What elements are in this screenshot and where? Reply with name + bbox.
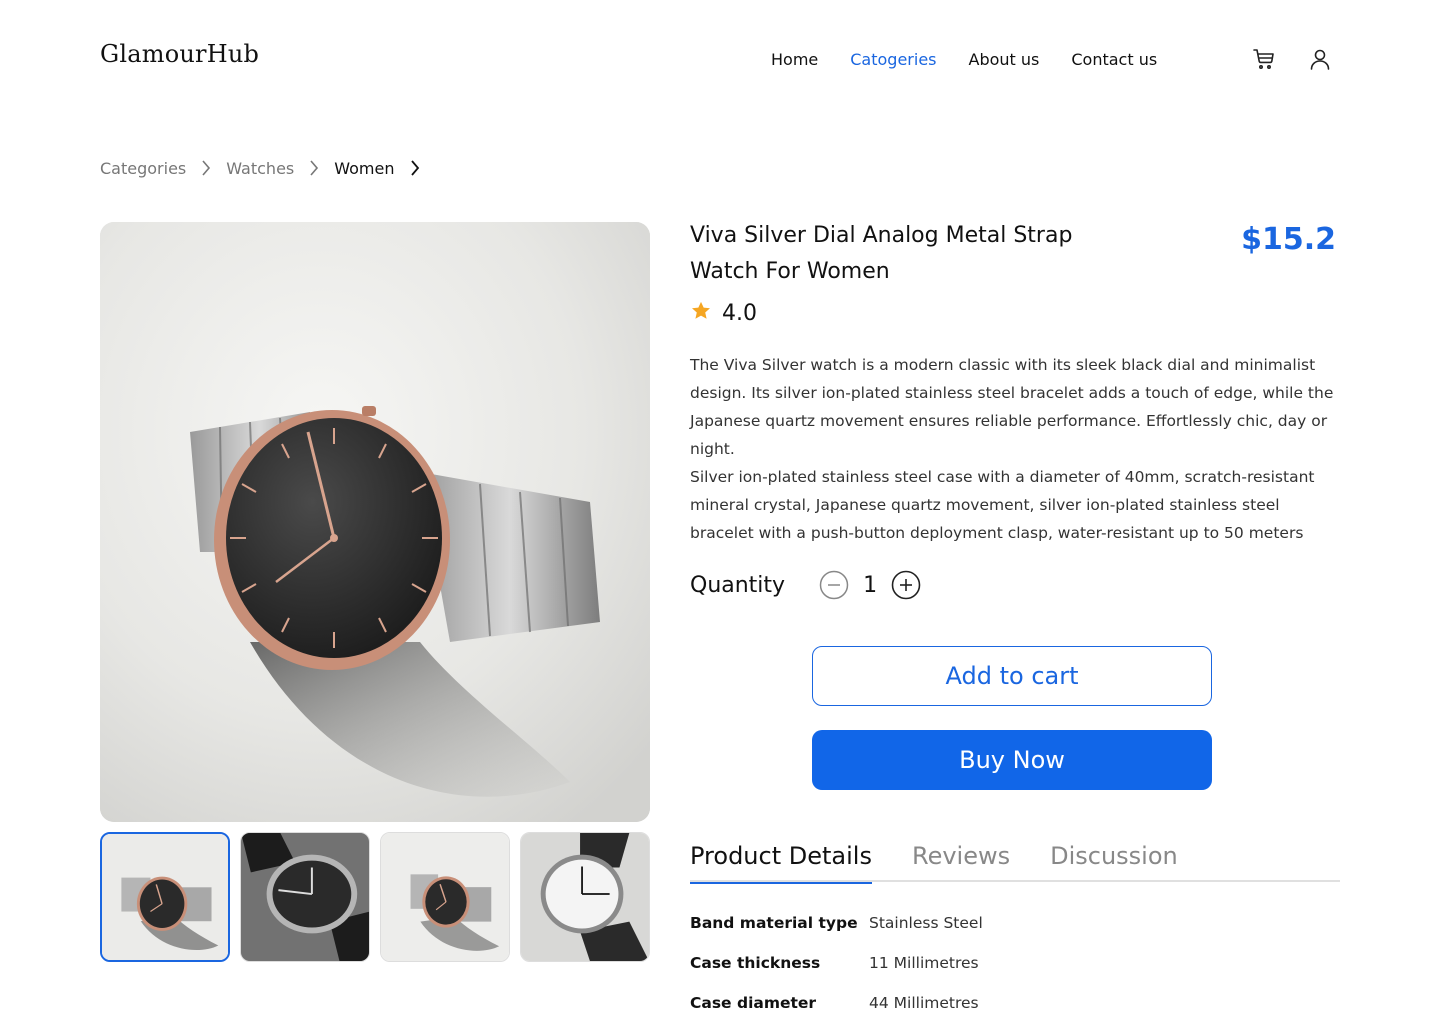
- tab-discussion[interactable]: Discussion: [1050, 838, 1178, 882]
- nav-contact[interactable]: Contact us: [1071, 50, 1157, 69]
- cart-icon[interactable]: [1252, 47, 1276, 71]
- details-row: Band material type Stainless Steel: [690, 914, 983, 954]
- nav-about[interactable]: About us: [969, 50, 1040, 69]
- chevron-right-icon: [304, 158, 324, 178]
- product-description: The Viva Silver watch is a modern classi…: [690, 351, 1342, 547]
- details-row: Case thickness 11 Millimetres: [690, 954, 983, 994]
- breadcrumb-women[interactable]: Women: [334, 159, 394, 178]
- main-nav: Home Catogeries About us Contact us: [771, 50, 1189, 69]
- product-title: Viva Silver Dial Analog Metal Strap Watc…: [690, 223, 1073, 284]
- buy-now-button[interactable]: Buy Now: [812, 730, 1212, 790]
- rating-value: 4.0: [722, 300, 757, 326]
- description-specs: Silver ion-plated stainless steel case w…: [690, 468, 1315, 542]
- detail-key: Case diameter: [690, 994, 817, 1012]
- detail-value: 11 Millimetres: [869, 954, 979, 972]
- plus-icon[interactable]: [891, 570, 921, 600]
- breadcrumb: Categories Watches Women: [100, 158, 435, 178]
- detail-value: 44 Millimetres: [869, 994, 979, 1012]
- quantity-selector: Quantity 1: [690, 570, 921, 600]
- detail-value: Stainless Steel: [869, 914, 983, 932]
- quantity-value[interactable]: 1: [861, 573, 879, 598]
- user-icon[interactable]: [1308, 47, 1332, 71]
- chevron-right-icon: [196, 158, 216, 178]
- star-icon: [690, 300, 712, 326]
- nav-categories[interactable]: Catogeries: [850, 50, 936, 69]
- product-main-image[interactable]: [100, 222, 650, 822]
- thumbnail-3[interactable]: [380, 832, 510, 962]
- detail-key: Band material type: [690, 914, 858, 932]
- thumbnail-2[interactable]: [240, 832, 370, 962]
- product-rating: 4.0: [690, 300, 757, 326]
- brand-logo[interactable]: GlamourHub: [100, 40, 259, 68]
- thumbnail-4[interactable]: [520, 832, 650, 962]
- minus-icon[interactable]: [819, 570, 849, 600]
- thumbnail-strip: [100, 832, 650, 962]
- quantity-label: Quantity: [690, 572, 786, 598]
- breadcrumb-categories[interactable]: Categories: [100, 159, 186, 178]
- breadcrumb-watches[interactable]: Watches: [226, 159, 294, 178]
- thumbnail-1[interactable]: [100, 832, 230, 962]
- product-details-table: Band material type Stainless Steel Case …: [690, 914, 983, 1024]
- description-paragraph: The Viva Silver watch is a modern classi…: [690, 356, 1334, 458]
- chevron-right-icon: [405, 158, 425, 178]
- detail-key: Case thickness: [690, 954, 821, 972]
- nav-home[interactable]: Home: [771, 50, 818, 69]
- tab-reviews[interactable]: Reviews: [912, 838, 1010, 882]
- tab-product-details[interactable]: Product Details: [690, 838, 872, 884]
- product-price: $15.2: [1241, 222, 1336, 257]
- add-to-cart-button[interactable]: Add to cart: [812, 646, 1212, 706]
- details-row: Case diameter 44 Millimetres: [690, 994, 983, 1024]
- product-tabs: Product Details Reviews Discussion: [690, 838, 1340, 884]
